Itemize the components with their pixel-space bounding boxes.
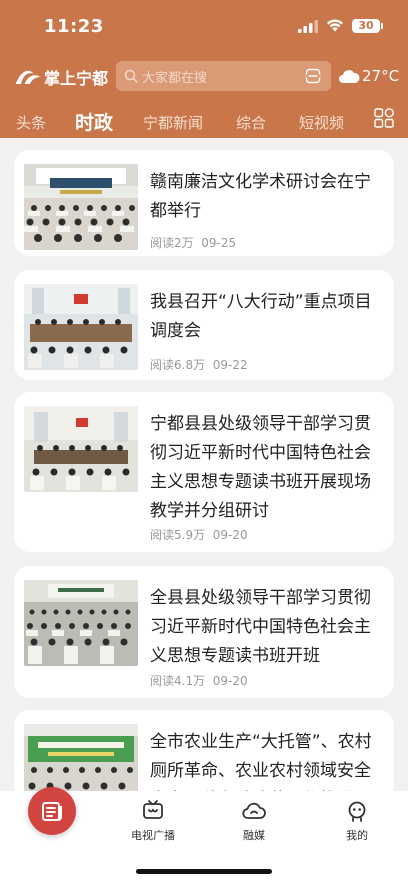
cloud-icon xyxy=(339,70,360,83)
tab-politics[interactable]: 时政 xyxy=(75,108,113,135)
status-bar: 11:23 30 xyxy=(0,0,408,52)
cloud-media-icon xyxy=(242,802,266,819)
logo-text: 掌上宁都 xyxy=(43,69,108,88)
nav-label: 电视广播 xyxy=(131,829,175,842)
read-count: 阅读6.8万 xyxy=(150,358,206,372)
news-thumbnail xyxy=(24,164,138,250)
tv-icon xyxy=(143,800,163,819)
news-card[interactable]: 赣南廉洁文化学术研讨会在宁都举行 阅读2万 09-25 xyxy=(14,150,394,256)
news-title: 全市农业生产“大托管”、农村厕所革命、农业农村领域安全生产暨秋冬种冲草工作推进 xyxy=(150,732,372,791)
news-card[interactable]: 我县召开“八大行动”重点项目调度会 阅读6.8万 09-22 xyxy=(14,270,394,380)
news-meta: 阅读2万 09-25 xyxy=(150,234,236,251)
search-bar[interactable]: 大家都在搜 xyxy=(116,61,331,91)
search-placeholder: 大家都在搜 xyxy=(142,71,208,86)
read-count: 阅读5.9万 xyxy=(150,528,206,542)
tab-short-video[interactable]: 短视频 xyxy=(299,112,344,133)
home-button[interactable] xyxy=(28,787,76,835)
news-card[interactable]: 宁都县县处级领导干部学习贯彻习近平新时代中国特色社会主义思想专题读书班开展现场教… xyxy=(14,392,394,552)
news-thumbnail xyxy=(24,284,138,370)
category-tabs: 头条 时政 宁都新闻 综合 短视频 xyxy=(0,104,408,138)
publish-date: 09-25 xyxy=(201,236,237,250)
publish-date: 09-20 xyxy=(212,528,248,542)
home-indicator xyxy=(136,869,272,874)
status-time: 11:23 xyxy=(44,16,104,37)
channel-grid-icon[interactable] xyxy=(374,108,394,128)
wifi-icon xyxy=(327,19,343,32)
nav-label: 融媒 xyxy=(243,829,265,842)
profile-icon xyxy=(348,801,366,822)
logo-mark-icon xyxy=(15,70,41,84)
news-title: 全县县处级领导干部学习贯彻习近平新时代中国特色社会主义思想专题读书班开班 xyxy=(150,588,371,666)
tab-headlines[interactable]: 头条 xyxy=(16,112,46,133)
news-title: 我县召开“八大行动”重点项目调度会 xyxy=(150,292,372,341)
news-title: 宁都县县处级领导干部学习贯彻习近平新时代中国特色社会主义思想专题读书班开展现场教… xyxy=(150,414,371,521)
nav-tv-radio[interactable]: 电视广播 xyxy=(123,799,183,843)
scan-icon[interactable] xyxy=(305,68,321,84)
news-thumbnail xyxy=(24,724,138,791)
bottom-navigation: 电视广播 融媒 我的 xyxy=(0,787,408,883)
nav-media[interactable]: 融媒 xyxy=(224,799,284,843)
news-card[interactable]: 全县县处级领导干部学习贯彻习近平新时代中国特色社会主义思想专题读书班开班 阅读4… xyxy=(14,566,394,698)
battery-indicator: 30 xyxy=(352,19,383,33)
tab-general[interactable]: 综合 xyxy=(236,112,266,133)
app-logo[interactable]: 掌上宁都 xyxy=(14,64,108,90)
news-thumbnail xyxy=(24,406,138,492)
news-thumbnail xyxy=(24,580,138,666)
news-meta: 阅读6.8万 09-22 xyxy=(150,356,248,373)
news-meta: 阅读5.9万 09-20 xyxy=(150,526,248,543)
news-home-icon xyxy=(42,802,62,821)
news-card[interactable]: 全市农业生产“大托管”、农村厕所革命、农业农村领域安全生产暨秋冬种冲草工作推进 xyxy=(14,710,394,791)
nav-profile[interactable]: 我的 xyxy=(327,799,387,843)
news-title: 赣南廉洁文化学术研讨会在宁都举行 xyxy=(150,172,371,221)
publish-date: 09-20 xyxy=(212,674,248,688)
temperature: 27°C xyxy=(362,67,400,85)
tab-local-news[interactable]: 宁都新闻 xyxy=(143,112,203,133)
news-meta: 阅读4.1万 09-20 xyxy=(150,672,248,689)
signal-icon xyxy=(298,20,318,33)
weather-widget[interactable]: 27°C xyxy=(338,67,399,85)
search-icon xyxy=(124,69,138,83)
news-feed[interactable]: 赣南廉洁文化学术研讨会在宁都举行 阅读2万 09-25 我县召开“八大行动”重点… xyxy=(0,138,408,791)
publish-date: 09-22 xyxy=(212,358,248,372)
nav-label: 我的 xyxy=(346,829,368,842)
app-header: 11:23 30 掌上宁都 大家都在搜 27°C 头条 时政 宁都新闻 综合 短… xyxy=(0,0,408,138)
read-count: 阅读4.1万 xyxy=(150,674,206,688)
read-count: 阅读2万 xyxy=(150,236,194,250)
